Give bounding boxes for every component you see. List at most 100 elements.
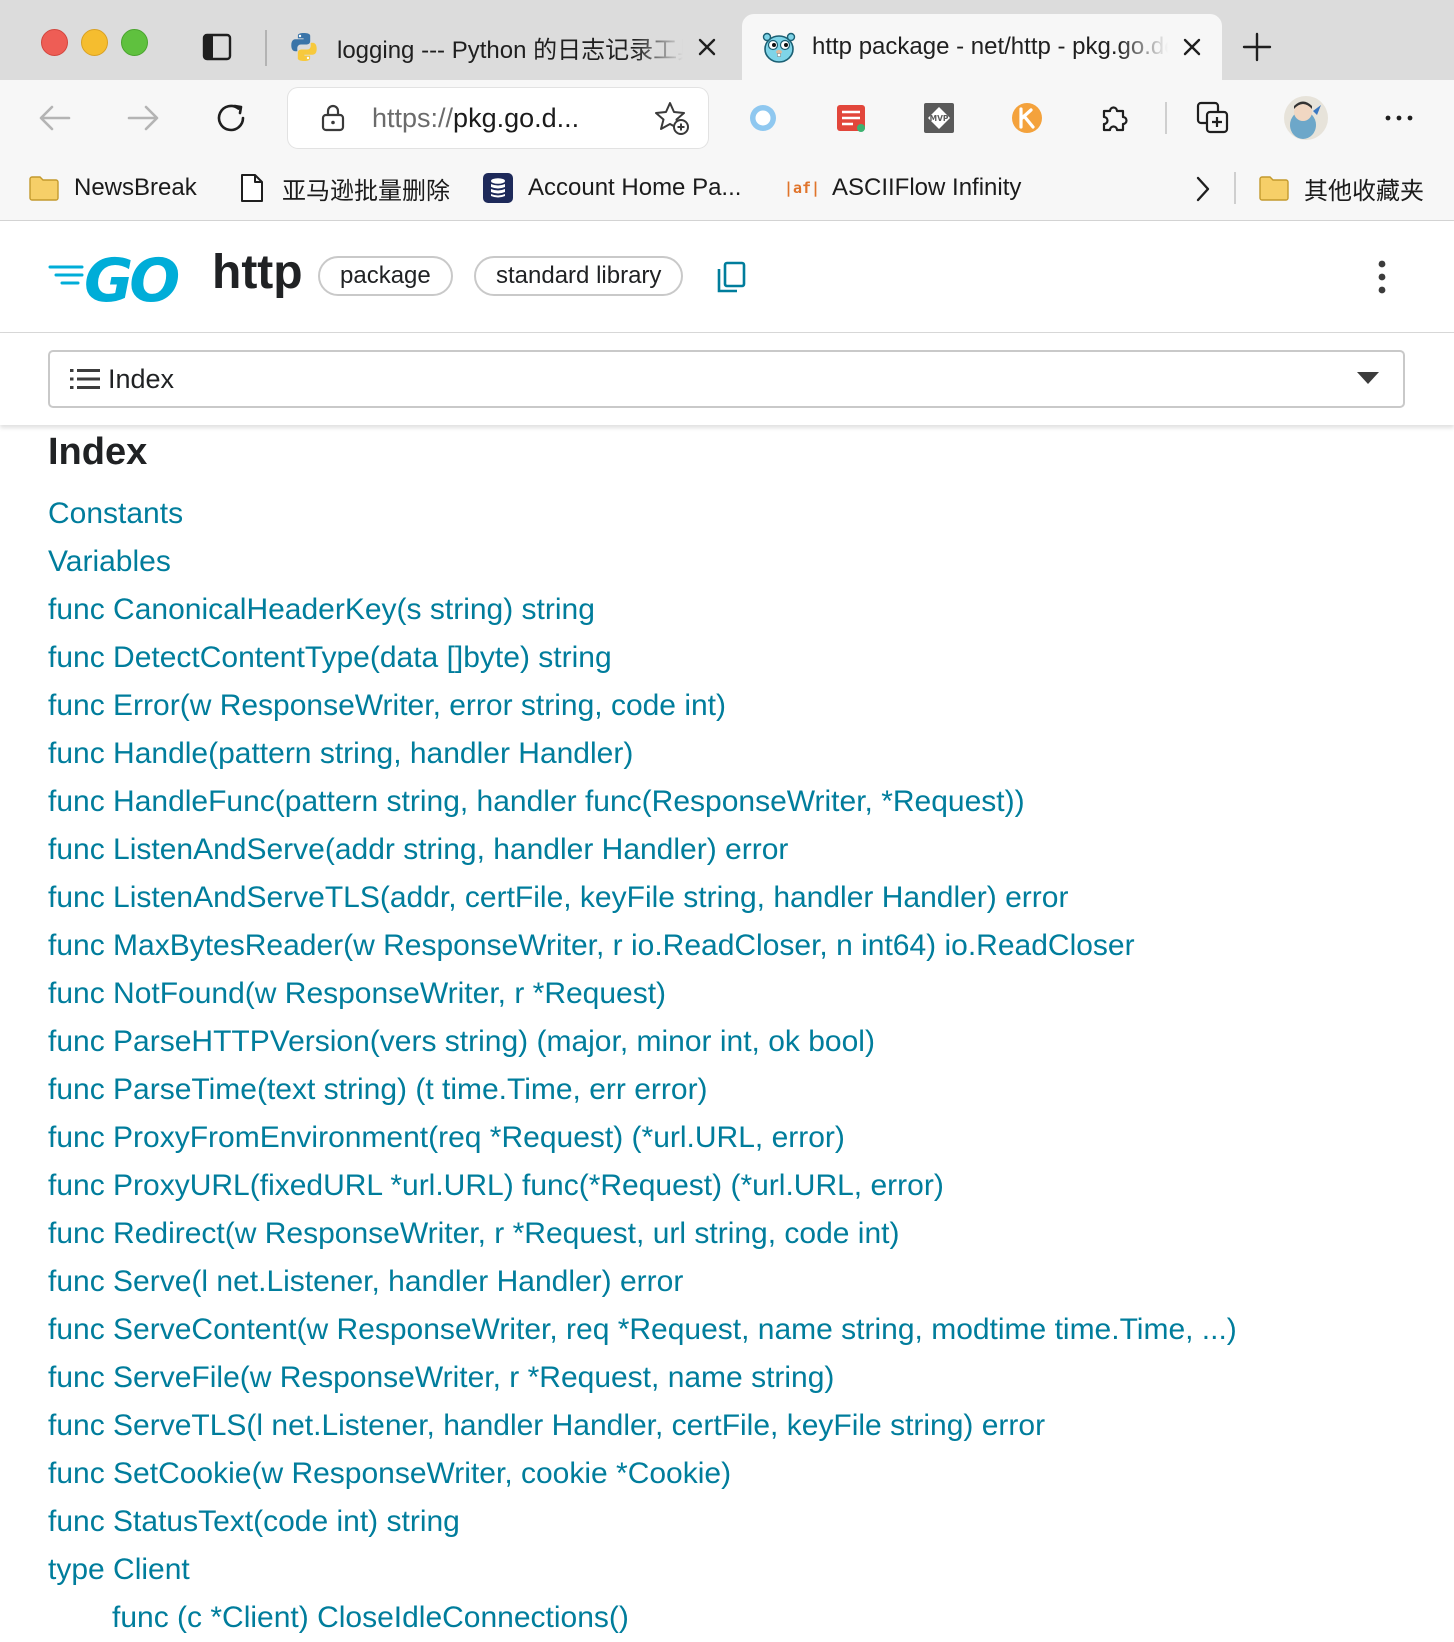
index-link[interactable]: func Handle(pattern string, handler Hand… [48,730,1428,778]
forward-button[interactable] [122,97,164,139]
standard-library-chip: standard library [474,256,684,296]
bookmark-label: 亚马逊批量删除 [282,177,450,205]
index-link[interactable]: func Serve(l net.Listener, handler Handl… [48,1258,1428,1306]
settings-more-button[interactable] [1381,100,1417,136]
index-heading: Index [48,431,148,473]
index-link[interactable]: func HandleFunc(pattern string, handler … [48,778,1428,826]
index-link[interactable]: func ProxyFromEnvironment(req *Request) … [48,1114,1428,1162]
bookmark-label: NewsBreak [74,174,197,201]
url-host: pkg.go.d... [453,102,580,133]
python-icon [291,33,317,61]
index-link[interactable]: func (c *Client) CloseIdleConnections() [48,1594,1428,1642]
close-tab-icon[interactable] [695,35,719,59]
ring-icon [750,105,776,131]
index-link[interactable]: func ServeContent(w ResponseWriter, req … [48,1306,1428,1354]
go-logo[interactable]: GO [48,247,196,307]
reload-button[interactable] [210,97,252,139]
index-link[interactable]: func Redirect(w ResponseWriter, r *Reque… [48,1210,1428,1258]
index-selector-bar: Index [0,333,1454,425]
notes-icon [837,105,865,132]
index-dropdown-label: Index [108,363,175,394]
folder-icon [28,173,60,203]
reload-icon [217,104,245,132]
url-scheme: https:// [372,102,454,133]
bookmarks-separator [1234,172,1236,204]
index-link[interactable]: func NotFound(w ResponseWriter, r *Reque… [48,970,1428,1018]
minimize-window-button[interactable] [81,29,108,56]
index-link[interactable]: func ListenAndServe(addr string, handler… [48,826,1428,874]
index-link[interactable]: func SetCookie(w ResponseWriter, cookie … [48,1450,1428,1498]
caret-down-icon [1357,372,1379,384]
tab-title: logging --- Python 的日志记录工具 [337,36,683,64]
index-link[interactable]: func MaxBytesReader(w ResponseWriter, r … [48,922,1428,970]
add-favorite-icon[interactable] [654,100,690,136]
extensions-button[interactable] [1097,100,1133,136]
lock-icon[interactable] [318,103,348,133]
collections-icon [1196,101,1229,134]
tab-actions-icon[interactable] [202,33,232,61]
tab-title: http package - net/http - pkg.go.dev [812,33,1168,60]
chevron-right-icon[interactable] [1188,172,1218,206]
ellipsis-icon [1385,115,1413,121]
url-text[interactable]: https://pkg.go.d... [372,103,654,134]
close-tab-icon[interactable] [1180,35,1204,59]
index-link[interactable]: Constants [48,490,1428,538]
extension-notes-icon[interactable] [833,100,869,136]
bookmarks-bar: NewsBreak 亚马逊批量删除 Account Home Pa... |af… [0,158,1454,221]
mvp-text: MVP [930,114,949,123]
index-link[interactable]: type Client [48,1546,1428,1594]
new-tab-icon[interactable] [1240,30,1274,64]
mvp-icon: MVP [924,103,954,133]
bookmark-label: 其他收藏夹 [1304,177,1424,205]
tab-http-package[interactable]: http package - net/http - pkg.go.dev [742,14,1222,80]
index-link[interactable]: func Error(w ResponseWriter, error strin… [48,682,1428,730]
more-options-icon[interactable] [1370,259,1394,295]
index-link[interactable]: func ParseTime(text string) (t time.Time… [48,1066,1428,1114]
list-icon [70,369,100,389]
tab-separator [265,30,267,66]
extension-k-icon[interactable] [1009,100,1045,136]
tab-strip: logging --- Python 的日志记录工具 http package … [0,0,1454,80]
database-icon [482,173,514,203]
avatar-icon [1284,96,1328,140]
k-badge-icon [1012,103,1042,133]
extension-circle-icon[interactable] [745,100,781,136]
bookmark-label: ASCIIFlow Infinity [832,174,1022,201]
copy-icon[interactable] [716,261,746,293]
gopher-icon [762,32,796,63]
zoom-window-button[interactable] [121,29,148,56]
index-link[interactable]: func ParseHTTPVersion(vers string) (majo… [48,1018,1428,1066]
bookmark-label: Account Home Pa... [528,174,742,201]
index-list: Constants Variables func CanonicalHeaderKe… [48,490,1428,1642]
index-link[interactable]: func StatusText(code int) string [48,1498,1428,1546]
go-logo-text: GO [84,247,178,307]
bookmark-other-favorites[interactable]: 其他收藏夹 [1258,166,1424,210]
bookmark-asciiflow[interactable]: |af| ASCIIFlow Infinity [783,166,1022,210]
collections-button[interactable] [1195,100,1231,136]
arrow-right-icon [127,105,159,131]
index-link[interactable]: func CanonicalHeaderKey(s string) string [48,586,1428,634]
bookmark-amazon-bulk-delete[interactable]: 亚马逊批量删除 [236,166,450,210]
back-button[interactable] [34,97,76,139]
toolbar-separator [1165,102,1167,134]
page-icon [236,173,268,203]
close-window-button[interactable] [41,29,68,56]
bookmark-newsbreak[interactable]: NewsBreak [28,166,197,210]
index-link[interactable]: func ServeFile(w ResponseWriter, r *Requ… [48,1354,1428,1402]
tab-python-logging[interactable]: logging --- Python 的日志记录工具 [282,14,737,80]
index-link[interactable]: func ServeTLS(l net.Listener, handler Ha… [48,1402,1428,1450]
extension-mvp-icon[interactable]: MVP [921,100,957,136]
bookmark-account-home[interactable]: Account Home Pa... [482,166,741,210]
puzzle-icon [1102,106,1128,132]
asciiflow-icon: |af| [783,179,821,197]
index-link[interactable]: func ListenAndServeTLS(addr, certFile, k… [48,874,1428,922]
address-bar[interactable]: https://pkg.go.d... [288,88,708,148]
index-section: Index Constants Variables func CanonicalHe… [48,428,1428,1642]
browser-toolbar: https://pkg.go.d... MVP [0,80,1454,158]
package-header: GO http package standard library [0,221,1454,333]
index-link[interactable]: func ProxyURL(fixedURL *url.URL) func(*R… [48,1162,1428,1210]
index-dropdown[interactable]: Index [48,350,1405,408]
index-link[interactable]: Variables [48,538,1428,586]
index-link[interactable]: func DetectContentType(data []byte) stri… [48,634,1428,682]
profile-avatar[interactable] [1283,95,1329,141]
